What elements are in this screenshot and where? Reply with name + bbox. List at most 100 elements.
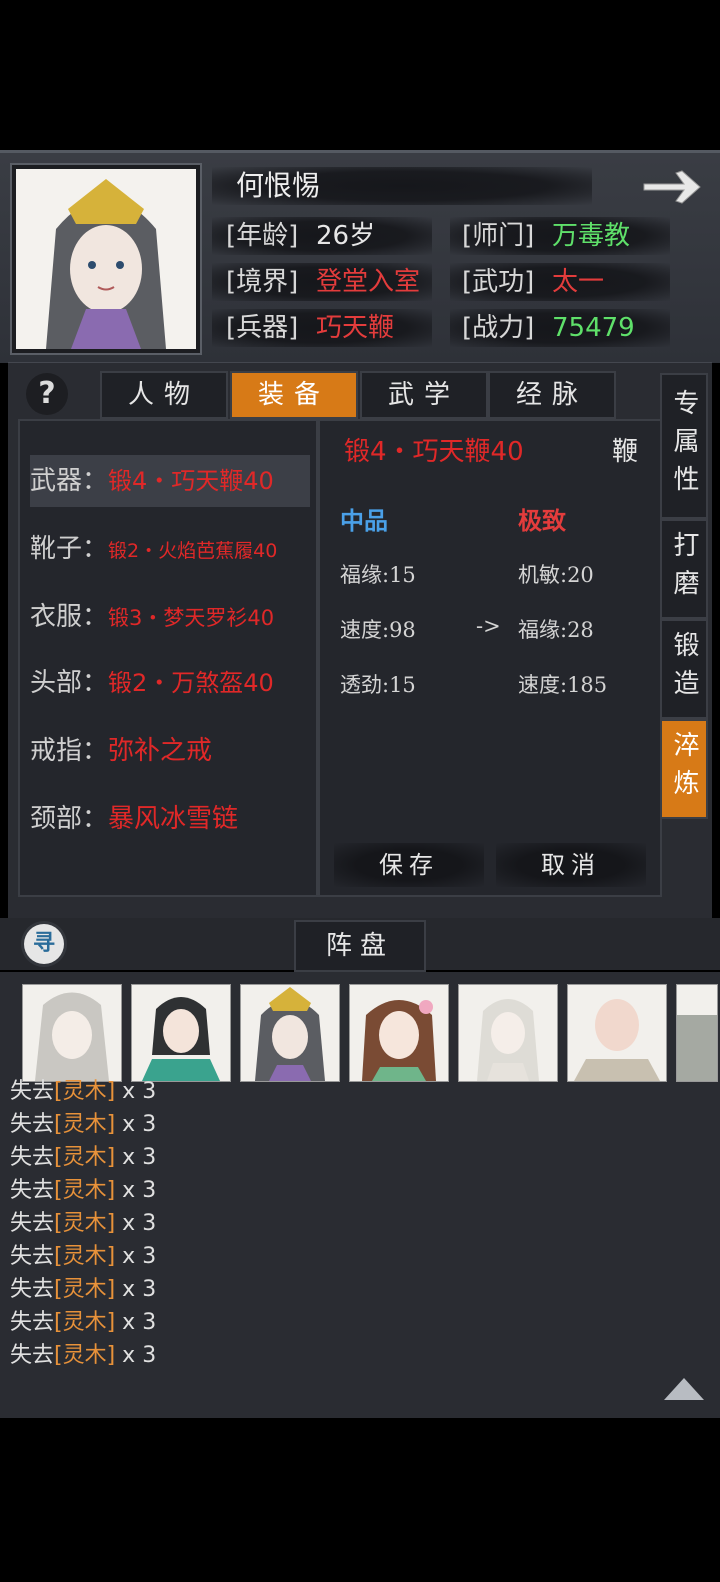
side-tab-temper[interactable]: 淬炼 [660,719,708,819]
log-line: 失去[灵木] x 3 [10,1340,156,1372]
slot-label: 衣服： [30,602,109,632]
grade-before: 中品 [340,506,388,535]
tab-label: 经脉 [515,380,588,410]
log-text: 失去 [10,1343,55,1368]
portrait-image [350,985,448,1081]
slot-weapon[interactable]: 武器：锻4・巧天鞭40 [30,455,310,507]
stat-after: 速度:185 [518,673,608,697]
slot-value: 弥补之戒 [108,736,213,766]
cancel-button[interactable]: 取消 [496,843,646,887]
stat-after: 福缘:28 [518,618,594,642]
side-tab-forge[interactable]: 锻造 [660,619,708,719]
slot-boots[interactable]: 靴子：锻2・火焰芭蕉履40 [30,523,310,575]
slot-value: 暴风冰雪链 [108,804,239,834]
log-text: 失去 [10,1079,55,1104]
party-member-card[interactable] [349,984,449,1082]
stat-before: 福缘:15 [340,563,416,587]
save-button[interactable]: 保存 [334,843,484,887]
slot-neck[interactable]: 颈部：暴风冰雪链 [30,793,310,845]
cancel-label: 取消 [541,851,601,879]
slot-label: 戒指： [30,736,109,766]
slot-label: 颈部： [30,804,109,834]
log-text: 失去 [10,1145,55,1170]
portrait-image [568,985,666,1081]
stat-label-martial: [武功] [462,267,535,297]
tab-martial-arts[interactable]: 武学 [360,371,488,419]
stat-label-power: [战力] [462,313,535,343]
portrait-image [459,985,557,1081]
log-item: [灵木] [54,1178,116,1203]
party-member-card[interactable] [567,984,667,1082]
side-tab-polish[interactable]: 打磨 [660,519,708,619]
search-button[interactable]: 寻 [24,924,64,964]
tab-equipment[interactable]: 装备 [230,371,358,419]
equipment-screen: ? 人物 装备 武学 经脉 武器：锻4・巧天鞭40 靴子：锻2・火焰芭蕉履40 … [8,362,712,919]
side-tab-label: 锻造 [669,631,699,707]
log-line: 失去[灵木] x 3 [10,1175,156,1207]
stat-before: 速度:98 [340,618,416,642]
character-panel: 何恨惕 [年龄] 26岁 [师门] 万毒教 [境界] 登堂入室 [武功] 太一 … [0,150,720,363]
log-item: [灵木] [54,1310,116,1335]
slot-head[interactable]: 头部：锻2・万煞盔40 [30,657,310,709]
log-text: 失去 [10,1211,55,1236]
slot-value: 锻2・火焰芭蕉履40 [108,540,278,562]
stat-value-power: 75479 [552,313,635,343]
stat-value-martial: 太一 [552,267,605,297]
tab-label: 武学 [387,380,460,410]
party-member-card[interactable] [22,984,122,1082]
log-count: x 3 [115,1145,157,1170]
next-arrow-button[interactable] [640,167,704,207]
help-button[interactable]: ? [26,373,68,415]
tab-meridians[interactable]: 经脉 [488,371,616,419]
slot-clothes[interactable]: 衣服：锻3・梦天罗衫40 [30,591,310,643]
slot-label: 靴子： [30,534,109,564]
log-item: [灵木] [54,1277,116,1302]
stat-value-realm: 登堂入室 [316,267,421,297]
arrow-right-icon [643,170,701,204]
search-icon: 寻 [32,931,55,956]
log-line: 失去[灵木] x 3 [10,1076,156,1108]
party-member-card[interactable] [676,984,718,1082]
slot-label: 头部： [30,668,109,698]
portrait-image [241,985,339,1081]
log-line: 失去[灵木] x 3 [10,1109,156,1141]
slot-value: 锻2・万煞盔40 [108,669,274,697]
stat-value-weapon: 巧天鞭 [316,313,395,343]
tab-character[interactable]: 人物 [100,371,228,419]
scroll-up-button[interactable] [662,1372,706,1402]
stat-label-realm: [境界] [226,267,299,297]
item-detail-panel: 锻4・巧天鞭40 鞭 中品 极致 福缘:15 速度:98 透劲:15 -> 机敏… [318,419,662,897]
character-name: 何恨惕 [236,169,321,202]
party-member-card[interactable] [458,984,558,1082]
log-text: 失去 [10,1244,55,1269]
stat-before: 透劲:15 [340,673,416,697]
log-count: x 3 [115,1343,157,1368]
stat-value-sect: 万毒教 [552,221,631,251]
side-tab-exclusive-attr[interactable]: 专属性 [660,373,708,519]
formation-label: 阵盘 [325,931,394,961]
log-count: x 3 [115,1112,157,1137]
item-type: 鞭 [612,437,639,467]
formation-bar: 寻 阵盘 [0,918,720,972]
slot-value: 锻4・巧天鞭40 [108,467,274,495]
log-text: 失去 [10,1112,55,1137]
character-portrait[interactable] [12,165,200,353]
side-tab-label: 专属性 [669,389,699,503]
tab-label: 装备 [257,380,330,410]
slot-ring[interactable]: 戒指：弥补之戒 [30,725,310,777]
stat-label-sect: [师门] [462,221,535,251]
stat-value-age: 26岁 [316,221,376,251]
log-item: [灵木] [54,1343,116,1368]
party-member-card[interactable] [240,984,340,1082]
log-text: 失去 [10,1277,55,1302]
item-name: 锻4・巧天鞭40 [344,437,524,467]
portrait-image [677,985,717,1081]
slot-value: 锻3・梦天罗衫40 [108,606,275,630]
log-text: 失去 [10,1310,55,1335]
formation-button[interactable]: 阵盘 [294,920,426,972]
slot-label: 武器： [30,466,109,496]
log-count: x 3 [115,1211,157,1236]
log-item: [灵木] [54,1079,116,1104]
help-icon: ? [38,376,56,411]
party-member-card[interactable] [131,984,231,1082]
